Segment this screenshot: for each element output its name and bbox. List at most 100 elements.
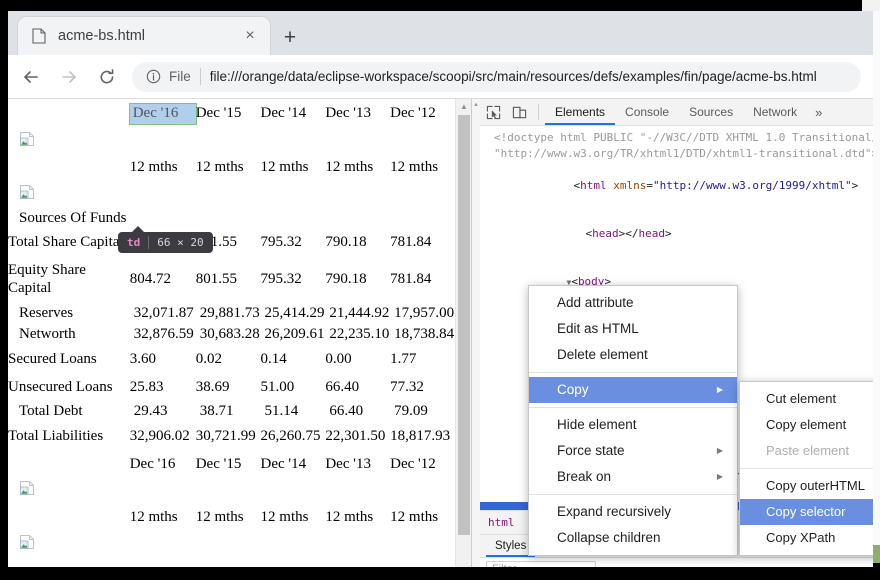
row-value[interactable]: 795.32 (261, 257, 326, 302)
row-value[interactable]: 3.60 (130, 346, 196, 374)
row-value[interactable]: 0.14 (261, 346, 326, 374)
row-value[interactable]: 790.18 (325, 257, 390, 302)
row-value[interactable]: 1.77 (390, 346, 455, 374)
menu-item-delete-element[interactable]: Delete element (529, 342, 737, 368)
submenu-item-copy-element[interactable]: Copy element (740, 412, 873, 438)
close-icon[interactable]: × (238, 24, 262, 48)
footer-period-cell[interactable]: Dec '13 (325, 451, 390, 479)
row-value[interactable]: 804.72 (130, 257, 196, 302)
menu-item-expand-recursively[interactable]: Expand recursively (529, 499, 737, 525)
row-value[interactable]: 29.43 (130, 401, 196, 423)
row-value[interactable]: 17,957.00 (390, 303, 455, 325)
menu-item-label: Break on (557, 469, 612, 484)
dom-node[interactable]: "http://www.w3.org/TR/xhtml1/DTD/xhtml1-… (480, 146, 873, 162)
row-value[interactable]: 21,444.92 (325, 303, 390, 325)
menu-item-edit-as-html[interactable]: Edit as HTML (529, 316, 737, 342)
row-value[interactable]: 79.09 (390, 401, 455, 423)
menu-item-collapse-children[interactable]: Collapse children (529, 525, 737, 551)
row-value[interactable]: 32,906.02 (130, 423, 196, 451)
scheme-label: File (169, 69, 191, 84)
context-menu: Add attribute Edit as HTML Delete elemen… (528, 285, 738, 556)
row-value[interactable]: 30,721.99 (196, 423, 261, 451)
row-value[interactable]: 26,260.75 (261, 423, 326, 451)
period-header-cell-selected[interactable]: Dec '16 (128, 99, 197, 129)
row-value[interactable]: 26,209.61 (261, 324, 326, 346)
footer-period-cell[interactable]: Dec '15 (196, 451, 261, 479)
row-value[interactable]: 25.83 (130, 374, 196, 402)
row-value[interactable]: 38.69 (196, 374, 261, 402)
scroll-up-icon[interactable]: ▲ (456, 99, 472, 113)
info-icon[interactable] (146, 69, 161, 84)
dom-node[interactable]: <!doctype html PUBLIC "-//W3C//DTD XHTML… (480, 130, 873, 146)
tab-sources[interactable]: Sources (679, 99, 743, 125)
period-header-cell[interactable]: Dec '14 (261, 99, 326, 129)
row-value[interactable]: 18,817.93 (390, 423, 455, 451)
breadcrumb-html[interactable]: html (488, 516, 515, 529)
tab-network[interactable]: Network (743, 99, 807, 125)
dom-node[interactable]: <html xmlns="http://www.w3.org/1999/xhtm… (480, 162, 873, 210)
new-tab-button[interactable]: + (276, 23, 304, 51)
tab-console[interactable]: Console (615, 99, 679, 125)
row-value[interactable]: 0.00 (325, 346, 390, 374)
row-value[interactable]: 790.18 (325, 229, 390, 257)
footer-period-cell[interactable]: Dec '14 (261, 451, 326, 479)
row-value[interactable]: 0.02 (196, 346, 261, 374)
address-bar[interactable]: File file:///orange/data/eclipse-workspa… (132, 61, 861, 92)
more-tabs-icon[interactable]: » (807, 105, 830, 120)
row-value[interactable]: 801.55 (196, 257, 261, 302)
menu-item-copy[interactable]: Copy ▶ (529, 377, 737, 403)
submenu-item-copy-xpath[interactable]: Copy XPath (740, 525, 873, 551)
inspector-tooltip: td 66 × 20 (118, 226, 213, 253)
device-toolbar-icon[interactable] (506, 100, 532, 124)
row-value[interactable]: 29,881.73 (196, 303, 261, 325)
broken-image-row-3 (8, 478, 455, 504)
broken-image-row-2 (8, 182, 455, 208)
row-value[interactable]: 781.84 (390, 229, 455, 257)
row-value[interactable]: 32,876.59 (130, 324, 196, 346)
table-row: Total Debt 29.43 38.71 51.14 66.40 79.09 (8, 401, 455, 423)
filter-input[interactable]: Filter (486, 560, 596, 567)
row-value[interactable]: 25,414.29 (261, 303, 326, 325)
row-value[interactable]: 30,683.28 (196, 324, 261, 346)
row-value[interactable]: 18,738.84 (390, 324, 455, 346)
row-value[interactable]: 781.84 (390, 257, 455, 302)
page-scrollbar[interactable]: ▲ (455, 99, 471, 567)
broken-image-icon (19, 184, 35, 200)
row-value[interactable]: 38.71 (196, 401, 261, 423)
footer-period-cell[interactable]: Dec '12 (390, 451, 455, 479)
row-value[interactable]: 66.40 (325, 401, 390, 423)
row-value[interactable]: 51.00 (261, 374, 326, 402)
scroll-up-icon[interactable]: ▲ (472, 100, 480, 110)
row-value[interactable]: 51.14 (261, 401, 326, 423)
row-value[interactable]: 77.32 (390, 374, 455, 402)
scrollbar-thumb[interactable] (458, 115, 470, 535)
menu-item-add-attribute[interactable]: Add attribute (529, 290, 737, 316)
inspect-element-icon[interactable] (480, 100, 506, 124)
row-value[interactable]: 795.32 (261, 229, 326, 257)
menu-item-label: Collapse children (557, 530, 661, 545)
period-header-cell[interactable]: Dec '15 (196, 99, 261, 129)
row-value[interactable]: 22,235.10 (325, 324, 390, 346)
period-header-cell[interactable]: Dec '13 (325, 99, 390, 129)
tab-elements[interactable]: Elements (545, 99, 616, 125)
footer-period-cell[interactable]: Dec '16 (130, 451, 196, 479)
period-header-cell[interactable]: Dec '12 (390, 99, 455, 129)
submenu-item-copy-selector[interactable]: Copy selector (740, 499, 873, 525)
header-row-periods: Dec '16 Dec '15 Dec '14 Dec '13 Dec '12 (8, 99, 455, 129)
browser-tab[interactable]: acme-bs.html × (18, 17, 270, 55)
reload-icon[interactable] (92, 62, 122, 92)
row-value[interactable]: 32,071.87 (130, 303, 196, 325)
devtools-scrollbar[interactable]: ▲ (472, 99, 480, 567)
submenu-item-copy-outerhtml[interactable]: Copy outerHTML (740, 473, 873, 499)
table-row: Reserves 32,071.87 29,881.73 25,414.29 2… (8, 303, 455, 325)
menu-item-label: Force state (557, 443, 625, 458)
back-icon[interactable] (16, 62, 46, 92)
menu-item-force-state[interactable]: Force state ▶ (529, 438, 737, 464)
menu-item-break-on[interactable]: Break on ▶ (529, 464, 737, 490)
footer-row-durations: 12 mths 12 mths 12 mths 12 mths 12 mths (8, 504, 455, 532)
dom-node[interactable]: <head></head> (480, 210, 873, 258)
menu-item-hide-element[interactable]: Hide element (529, 412, 737, 438)
submenu-item-cut-element[interactable]: Cut element (740, 386, 873, 412)
row-value[interactable]: 66.40 (325, 374, 390, 402)
row-value[interactable]: 22,301.50 (325, 423, 390, 451)
